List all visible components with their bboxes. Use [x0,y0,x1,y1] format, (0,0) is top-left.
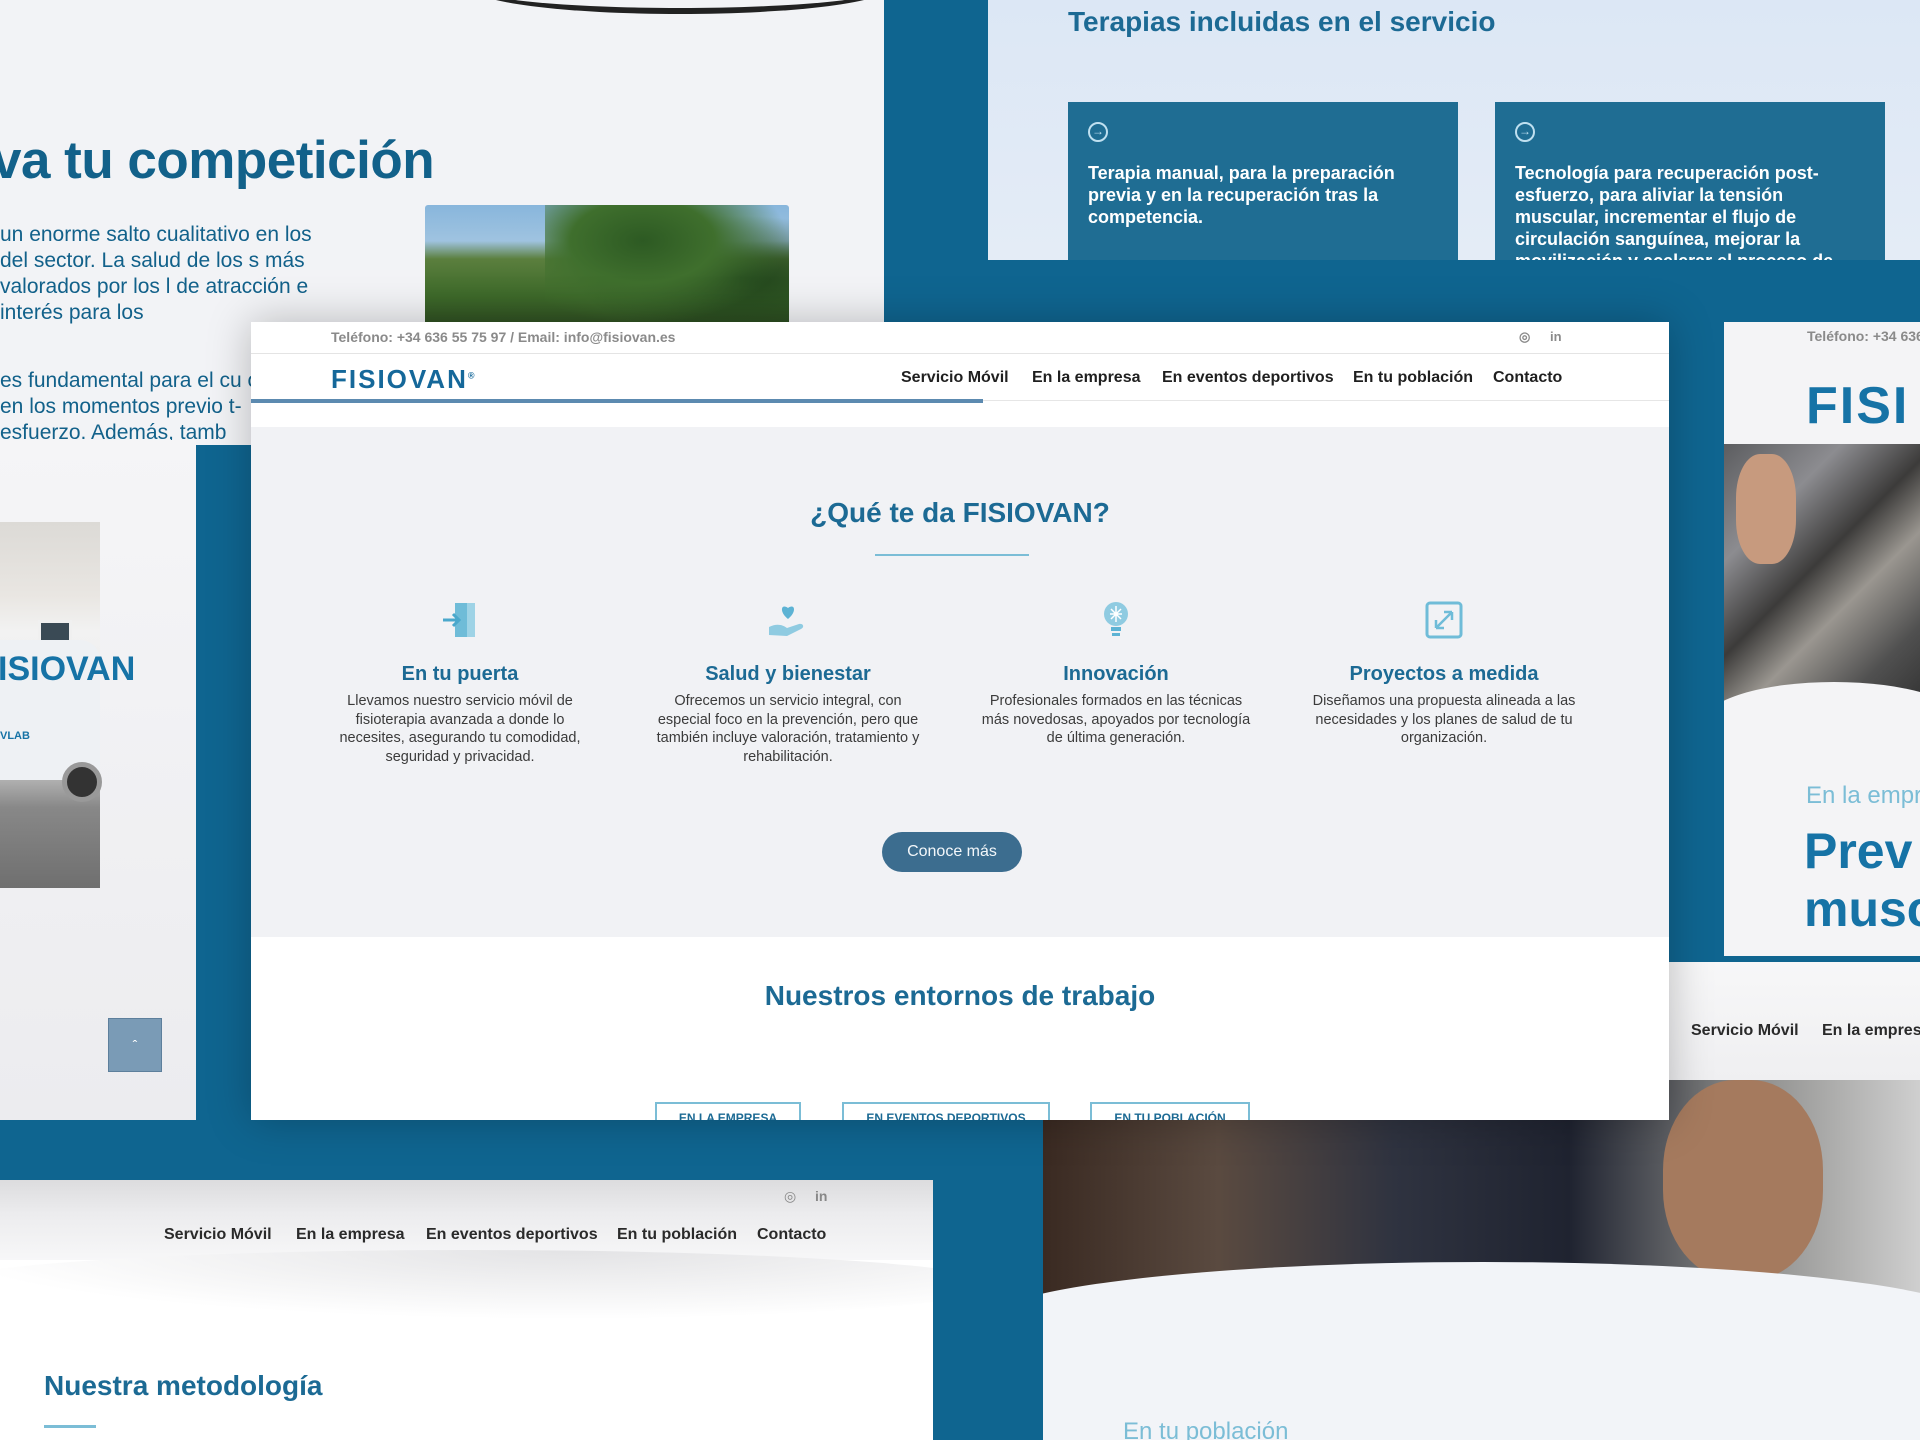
feature-title: Proyectos a medida [1349,663,1539,685]
linkedin-icon[interactable]: in [815,1188,827,1204]
contact-info: Teléfono: +34 636 55 75 97 / Email: info… [331,329,676,345]
logo-text: FISIOVAN [331,364,468,394]
feature-text: Llevamos nuestro servicio móvil de fisio… [339,693,581,765]
benefits-section: ¿Qué te da FISIOVAN? En tu puerta Llevam… [251,427,1669,937]
nav-contacto[interactable]: Contacto [757,1226,826,1244]
main-page-window: Teléfono: +34 636 55 75 97 / Email: info… [251,322,1669,1120]
van-panel: ISIOVAN VLAB ˆ [0,440,196,1120]
nav-en-la-empresa[interactable]: En la empresa [296,1226,405,1244]
feature-title: Innovación [1063,663,1169,685]
linkedin-icon[interactable]: in [1550,329,1562,344]
decorative-wave [1724,682,1920,762]
registered-mark: ® [467,370,477,381]
feature-title: En tu puerta [401,663,519,685]
trees-photo [425,205,789,325]
top-bar: ◎ in [0,1180,933,1214]
chevron-up-icon: ˆ [132,1037,138,1053]
env-button-eventos[interactable]: EN EVENTOS DEPORTIVOS [842,1102,1050,1120]
hero-headline-line: musc [1804,881,1920,937]
brand-logo[interactable]: FISI [1806,376,1909,436]
nav-en-tu-poblacion[interactable]: En tu población [1353,369,1473,387]
decorative-wave [1043,1262,1920,1382]
van-wheel [62,762,102,802]
feature-en-tu-puerta: En tu puerta Llevamos nuestro servicio m… [325,597,595,766]
arrow-circle-icon: → [1515,122,1535,142]
competition-heading: va tu competición [0,131,435,190]
competition-paragraph-2: es fundamental para el cu o en los momen… [0,369,260,444]
therapy-card-text: Tecnología para recuperación post-esfuer… [1515,163,1833,260]
top-bar: Teléfono: +34 636 55 75 97 / Email: info… [251,322,1669,354]
feature-proyectos-medida: Proyectos a medida Diseñamos una propues… [1309,597,1579,748]
feature-title: Salud y bienestar [705,663,871,685]
van-sublabel: VLAB [0,730,30,742]
nav-en-eventos-deportivos[interactable]: En eventos deportivos [1162,369,1334,387]
decorative-wave [0,1250,933,1320]
feature-salud-bienestar: Salud y bienestar Ofrecemos un servicio … [653,597,923,766]
door-enter-icon [443,603,475,637]
hero-headline-line: Prev [1804,823,1913,879]
heart-hand-icon [769,606,804,636]
fisiovan-logo[interactable]: FISIOVAN® [331,364,477,395]
nav-en-la-empresa[interactable]: En la empresa [1822,1022,1920,1040]
therapies-heading: Terapias incluidas en el servicio [1068,6,1496,37]
nav-servicio-movil[interactable]: Servicio Móvil [901,369,1009,387]
van-logo: ISIOVAN [0,650,136,688]
phone-text: Teléfono: +34 636 [1807,328,1920,344]
clinic-photo [1724,444,1920,720]
instagram-icon[interactable]: ◎ [784,1188,796,1205]
scroll-top-button[interactable]: ˆ [108,1018,162,1072]
therapy-card-text: Terapia manual, para la preparación prev… [1088,163,1395,227]
section-kicker: En tu población [1123,1418,1289,1440]
arrow-circle-icon: → [1088,122,1108,142]
nav-en-tu-poblacion[interactable]: En tu población [617,1226,737,1244]
expand-arrows-icon [1425,601,1463,639]
header-nav: FISIOVAN® Servicio Móvil En la empresa E… [251,354,1669,401]
feature-text: Ofrecemos un servicio integral, con espe… [656,693,920,765]
environments-title: Nuestros entornos de trabajo [764,980,1156,1011]
title-underline [875,554,1029,556]
scroll-progress-bar [251,399,983,403]
hero-headline: Prevmusc [1804,822,1920,938]
feature-text: Profesionales formados en las técnicas m… [981,693,1251,746]
competition-paragraph: un enorme salto cualitativo en los del s… [0,223,312,324]
lightbulb-brain-icon [1104,602,1128,636]
feature-text: Diseñamos una propuesta alineada a las n… [1312,693,1576,746]
right-panel: Teléfono: +34 636 FISI En la empr Prev mu… [1724,322,1920,956]
methodology-heading: Nuestra metodología [44,1370,323,1401]
decorative-arc [470,0,884,14]
nav-en-eventos-deportivos[interactable]: En eventos deportivos [426,1226,598,1244]
env-button-poblacion[interactable]: EN TU POBLACIÓN [1090,1102,1250,1120]
nav-en-la-empresa[interactable]: En la empresa [1032,369,1141,387]
bottom-left-panel: ◎ in Servicio Móvil En la empresa En eve… [0,1180,933,1440]
nav-servicio-movil[interactable]: Servicio Móvil [1691,1022,1799,1040]
nav-contacto[interactable]: Contacto [1493,369,1562,387]
section-title: ¿Qué te da FISIOVAN? [810,497,1110,528]
section-kicker: En la empr [1806,782,1920,809]
conoce-mas-button[interactable]: Conoce más [882,832,1022,872]
therapy-card: → Terapia manual, para la preparación pr… [1068,102,1458,260]
feature-innovacion: Innovación Profesionales formados en las… [981,597,1251,748]
heading-underline [44,1425,96,1428]
therapies-panel: Terapias incluidas en el servicio → Tera… [988,0,1920,260]
nav-servicio-movil[interactable]: Servicio Móvil [164,1226,272,1244]
env-button-empresa[interactable]: EN LA EMPRESA [655,1102,801,1120]
instagram-icon[interactable]: ◎ [1519,329,1530,345]
therapy-card: → Tecnología para recuperación post-esfu… [1495,102,1885,260]
